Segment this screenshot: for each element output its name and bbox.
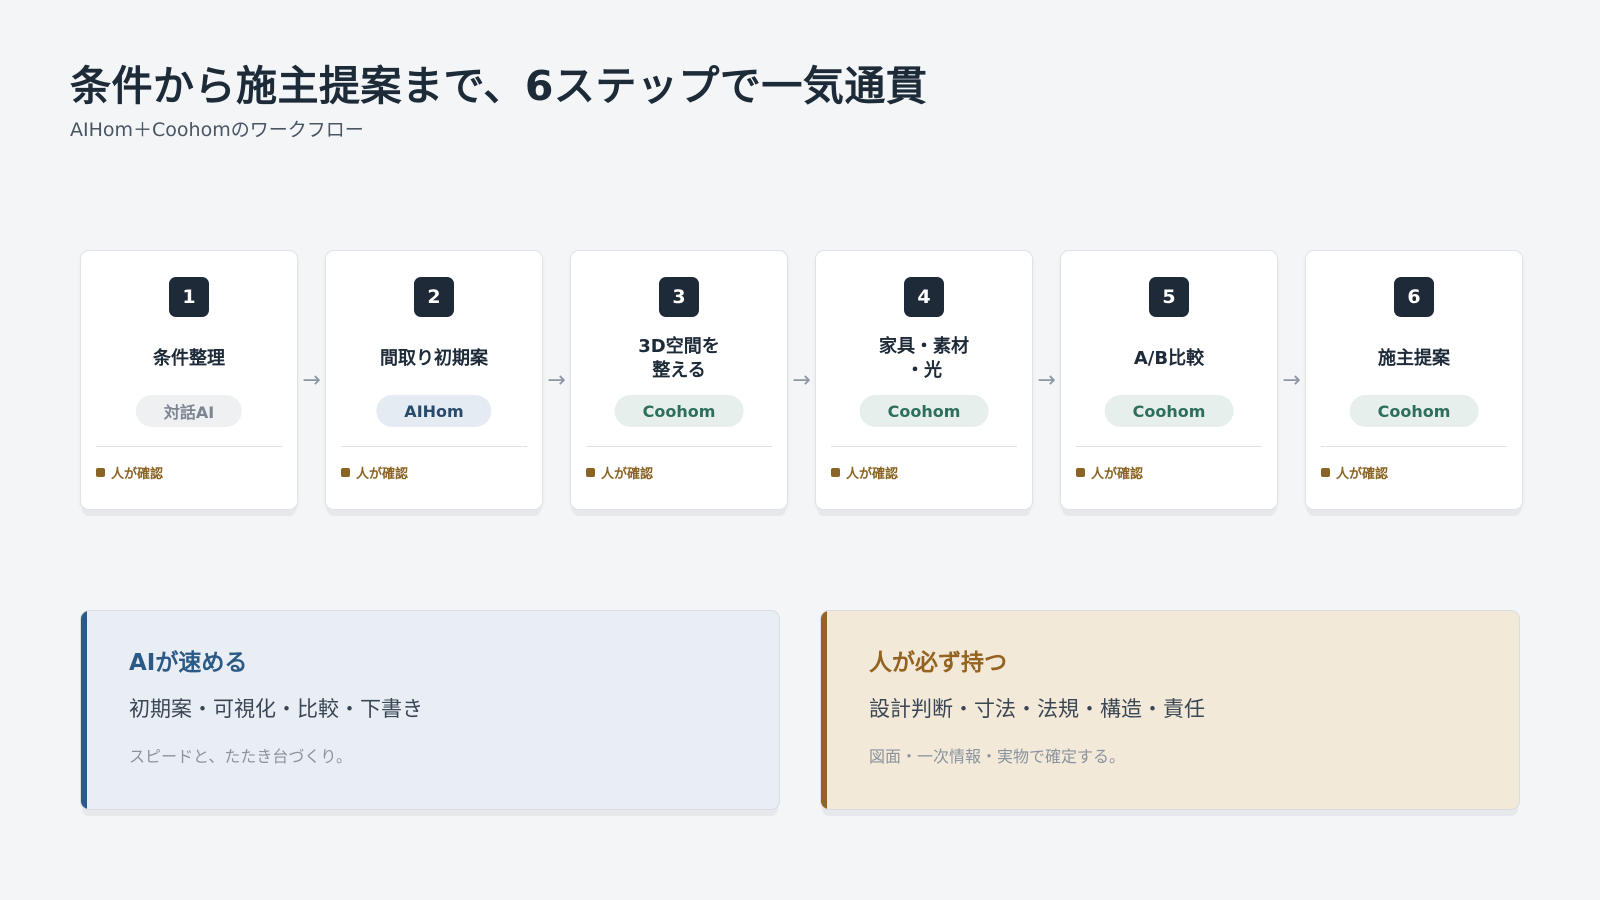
ai-panel: AIが速める 初期案・可視化・比較・下書き スピードと、たたき台づくり。 [80, 610, 780, 810]
square-bullet-icon [1321, 468, 1330, 477]
human-panel: 人が必ず持つ 設計判断・寸法・法規・構造・責任 図面・一次情報・実物で確定する。 [820, 610, 1520, 810]
step-label: 条件整理 [153, 347, 225, 369]
step-number-badge: 6 [1394, 277, 1434, 317]
arrow-right-icon: → [1037, 367, 1056, 393]
step-label: 施主提案 [1378, 347, 1450, 369]
step-number-badge: 3 [659, 277, 699, 317]
human-panel-title: 人が必ず持つ [869, 650, 1007, 676]
human-check-tag: 人が確認 [341, 463, 408, 482]
human-check-tag: 人が確認 [586, 463, 653, 482]
workflow-slide: 条件から施主提案まで、6ステップで一気通貫 AIHom＋Coohomのワークフロ… [0, 0, 1600, 900]
ai-panel-body: 初期案・可視化・比較・下書き [129, 697, 423, 721]
human-check-label: 人が確認 [601, 467, 654, 482]
card-divider [1076, 446, 1262, 447]
step-number-badge: 1 [169, 277, 209, 317]
ai-panel-accent-bar [81, 611, 87, 809]
human-check-label: 人が確認 [1091, 467, 1144, 482]
tool-badge: 対話AI [135, 395, 243, 427]
step-label: 間取り初期案 [380, 347, 488, 369]
square-bullet-icon [831, 468, 840, 477]
step-number-badge: 5 [1149, 277, 1189, 317]
tool-badge: AIHom [376, 395, 492, 427]
tool-badge: Coohom [614, 395, 744, 427]
square-bullet-icon [1076, 468, 1085, 477]
human-check-label: 人が確認 [846, 467, 899, 482]
tool-badge: Coohom [859, 395, 989, 427]
step-card-1: 1 条件整理対話AI 人が確認 [80, 250, 298, 510]
ai-panel-note: スピードと、たたき台づくり。 [129, 747, 353, 766]
step-card-5: 5 A/B比較 Coohom 人が確認 [1060, 250, 1278, 510]
card-divider [96, 446, 282, 447]
card-divider [586, 446, 772, 447]
step-label: 3D空間を 整える [638, 335, 720, 381]
ai-panel-title: AIが速める [129, 650, 248, 676]
step-card-2: 2 間取り初期案 AIHom 人が確認 [325, 250, 543, 510]
square-bullet-icon [341, 468, 350, 477]
human-check-tag: 人が確認 [96, 463, 163, 482]
human-check-tag: 人が確認 [1321, 463, 1388, 482]
step-card-4: 4 家具・素材 ・光 Coohom 人が確認 [815, 250, 1033, 510]
arrow-right-icon: → [302, 367, 321, 393]
tool-badge: Coohom [1104, 395, 1234, 427]
tool-badge: Coohom [1349, 395, 1479, 427]
card-divider [341, 446, 527, 447]
step-label: A/B比較 [1133, 347, 1205, 369]
human-check-label: 人が確認 [1336, 467, 1389, 482]
step-flow: 1 条件整理対話AI 人が確認 → 2 間取り初期案 AIHom 人が確認 → 3 3D空間を 整え… [80, 250, 1523, 510]
step-card-3: 3 3D空間を 整える Coohom 人が確認 [570, 250, 788, 510]
arrow-right-icon: → [547, 367, 566, 393]
arrow-right-icon: → [792, 367, 811, 393]
square-bullet-icon [96, 468, 105, 477]
card-divider [831, 446, 1017, 447]
step-card-6: 6 施主提案 Coohom 人が確認 [1305, 250, 1523, 510]
human-panel-note: 図面・一次情報・実物で確定する。 [869, 747, 1126, 766]
arrow-right-icon: → [1282, 367, 1301, 393]
human-panel-body: 設計判断・寸法・法規・構造・責任 [869, 697, 1205, 721]
square-bullet-icon [586, 468, 595, 477]
page-subtitle: AIHom＋Coohomのワークフロー [70, 119, 364, 141]
human-check-tag: 人が確認 [831, 463, 898, 482]
human-check-tag: 人が確認 [1076, 463, 1143, 482]
human-check-label: 人が確認 [111, 467, 164, 482]
step-number-badge: 2 [414, 277, 454, 317]
page-title: 条件から施主提案まで、6ステップで一気通貫 [70, 62, 928, 110]
card-divider [1321, 446, 1507, 447]
human-check-label: 人が確認 [356, 467, 409, 482]
step-number-badge: 4 [904, 277, 944, 317]
human-panel-accent-bar [821, 611, 827, 809]
step-label: 家具・素材 ・光 [879, 335, 969, 381]
